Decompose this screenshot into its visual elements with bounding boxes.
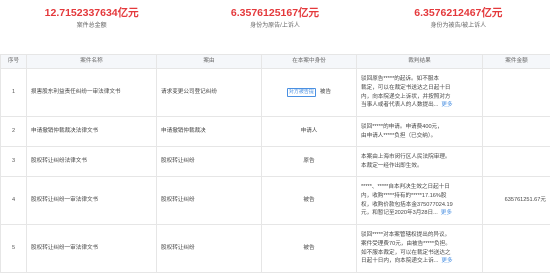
result-line: 当事人或者代表人的人数提出... — [361, 102, 439, 109]
result-line: 驳回原告*****的起诉。如不服本 — [361, 75, 440, 82]
case-cause: 股权转让纠纷 — [156, 146, 262, 177]
case-result: *****、*****自本判决生效之日起十日 内，收购*****持有的*****… — [356, 176, 483, 225]
case-amount — [482, 116, 550, 147]
case-amount — [482, 224, 550, 273]
header-amount: 案件金额 — [482, 54, 550, 69]
result-line: *****、*****自本判决生效之日起十日 — [361, 183, 450, 190]
more-link[interactable]: 更多 — [441, 102, 452, 108]
header-result: 裁判结果 — [356, 54, 483, 69]
case-role-cell: 被告 — [261, 176, 357, 225]
result-line: 驳回*****对本案管辖权提出的异议。 — [361, 231, 451, 238]
case-name-link[interactable]: 股权转让纠纷一审法律文书 — [26, 176, 157, 225]
cases-table: 序号 案件名称 案由 在本案中身份 裁判结果 案件金额 1 损害股东利益责任纠纷… — [0, 54, 550, 273]
result-line: 权，收购价款包括本金375077024.19 — [361, 201, 453, 208]
result-line: 如不服本裁定，可以在裁定书送达之 — [361, 249, 451, 256]
stat-label: 案件总金额 — [76, 23, 107, 29]
stats-bar: 12.7152337634亿元 案件总金额 6.3576125167亿元 身份为… — [0, 0, 550, 40]
case-amount — [482, 68, 550, 117]
more-link[interactable]: 更多 — [441, 210, 452, 216]
stat-total-amount: 12.7152337634亿元 案件总金额 — [0, 0, 183, 40]
header-cause: 案由 — [156, 54, 262, 69]
stat-defendant-amount: 6.3576212467亿元 身份为被告/被上诉人 — [367, 0, 550, 40]
case-name-link[interactable]: 股权转让纠纷法律文书 — [26, 146, 157, 177]
case-cause: 请求变更公司登记纠纷 — [156, 68, 262, 117]
case-role: 被告 — [319, 89, 332, 95]
case-cause: 股权转让纠纷 — [156, 224, 262, 273]
row-index: 5 — [0, 224, 27, 273]
stat-value: 12.7152337634亿元 — [44, 7, 139, 19]
stat-value: 6.3576212467亿元 — [414, 7, 503, 19]
stat-label: 身份为被告/被上诉人 — [430, 23, 487, 29]
case-role: 被告 — [303, 197, 315, 203]
stat-plaintiff-amount: 6.3576125167亿元 身份为原告/上诉人 — [183, 0, 366, 40]
table-row: 2 申请撤销仲裁裁决法律文书 申请撤销仲裁裁决 申请人 驳回*****的申请。申… — [0, 116, 550, 147]
result-line: 裁定，可以在裁定书送达之日起十日 — [361, 84, 451, 91]
case-role-cell: 申请人 — [261, 116, 357, 147]
result-line: 案件受理费70元，由被告*****负担。 — [361, 240, 451, 247]
case-amount: 635761251.67元 — [482, 176, 550, 225]
stat-label: 身份为原告/上诉人 — [250, 23, 300, 29]
stat-value: 6.3576125167亿元 — [230, 7, 320, 19]
header-case-name: 案件名称 — [26, 54, 157, 69]
case-cause: 股权转让纠纷 — [156, 176, 262, 225]
case-role: 申请人 — [300, 128, 318, 134]
table-row: 4 股权转让纠纷一审法律文书 股权转让纠纷 被告 *****、*****自本判决… — [0, 176, 550, 225]
case-amount — [482, 146, 550, 177]
more-link[interactable]: 更多 — [441, 258, 452, 264]
row-index: 1 — [0, 68, 27, 117]
header-role: 在本案中身份 — [261, 54, 357, 69]
case-result: 本案由上海市闵行区人民法院审理。 本裁定一经作出即生效。 — [356, 146, 483, 177]
result-line: 驳回*****的申请。申请费400元， — [361, 123, 443, 130]
case-name-link[interactable]: 股权转让纠纷一审法律文书 — [26, 224, 157, 273]
case-name-link[interactable]: 损害股东利益责任纠纷一审法律文书 — [26, 68, 157, 117]
table-header-row: 序号 案件名称 案由 在本案中身份 裁判结果 案件金额 — [0, 54, 550, 69]
result-line: 本案由上海市闵行区人民法院审理。 — [361, 153, 451, 160]
case-result: 驳回原告*****的起诉。如不服本 裁定，可以在裁定书送达之日起十日 内，向本院… — [356, 68, 483, 117]
case-role-cell: 原告 — [261, 146, 357, 177]
case-result: 驳回*****的申请。申请费400元， 由申请人*****负担（已交纳）。 — [356, 116, 483, 147]
table-row: 1 损害股东利益责任纠纷一审法律文书 请求变更公司登记纠纷 对方被告提 被告 驳回… — [0, 68, 550, 117]
case-name-link[interactable]: 申请撤销仲裁裁决法律文书 — [26, 116, 157, 147]
row-index: 3 — [0, 146, 27, 177]
case-role-cell: 对方被告提 被告 — [261, 68, 357, 117]
case-role-cell: 被告 — [261, 224, 357, 273]
result-line: 本裁定一经作出即生效。 — [361, 162, 423, 169]
case-role: 原告 — [303, 158, 315, 164]
row-index: 2 — [0, 116, 27, 147]
table-row: 3 股权转让纠纷法律文书 股权转让纠纷 原告 本案由上海市闵行区人民法院审理。 … — [0, 146, 550, 177]
result-line: 内，收购*****持有的*****17.16%股 — [361, 192, 447, 199]
result-line: 由申请人*****负担（已交纳）。 — [361, 132, 437, 139]
case-cause: 申请撤销仲裁裁决 — [156, 116, 262, 147]
case-result: 驳回*****对本案管辖权提出的异议。 案件受理费70元，由被告*****负担。… — [356, 224, 483, 273]
case-role: 被告 — [303, 245, 315, 251]
result-line: 日起十日内，向本院递交上诉... — [361, 258, 439, 265]
row-index: 4 — [0, 176, 27, 225]
result-line: 元，和暂记至2020年3月28日... — [361, 210, 438, 217]
header-index: 序号 — [0, 54, 27, 69]
result-line: 内，向本院递交上诉状，并按照对方 — [361, 93, 451, 100]
role-tag: 对方被告提 — [286, 88, 316, 97]
table-row: 5 股权转让纠纷一审法律文书 股权转让纠纷 被告 驳回*****对本案管辖权提出… — [0, 224, 550, 273]
